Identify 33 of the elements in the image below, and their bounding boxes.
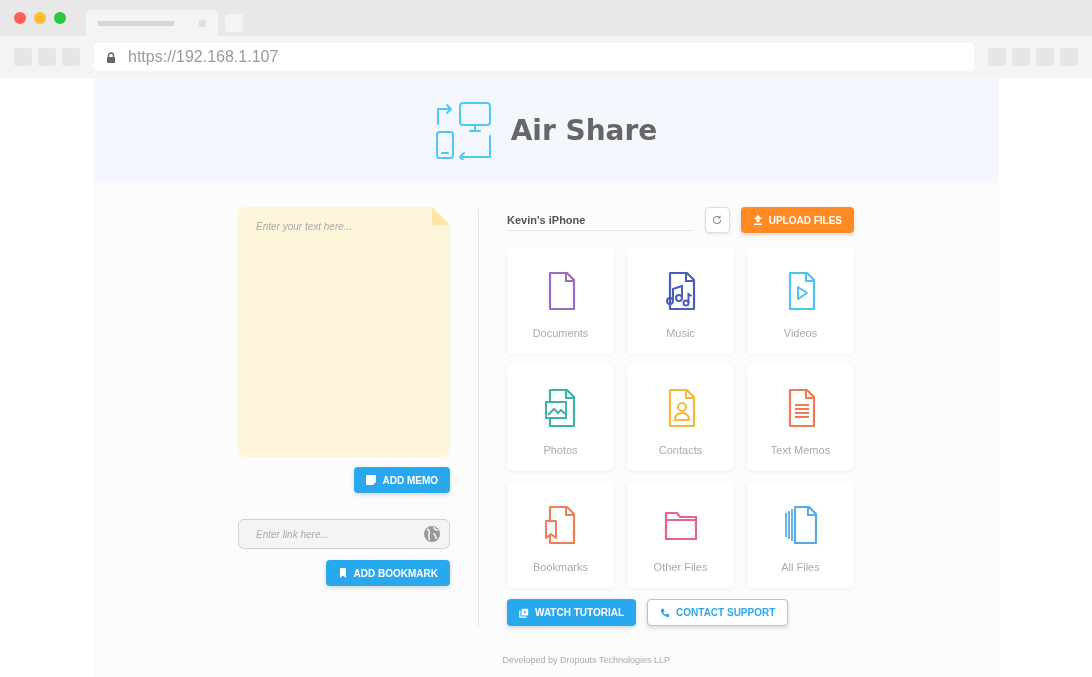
memo-text-area[interactable]: Enter your text here...	[238, 207, 450, 457]
action-button[interactable]: WATCH TUTORIAL	[507, 599, 637, 626]
globe-icon	[423, 525, 441, 543]
phone-icon	[660, 607, 671, 618]
refresh-icon	[712, 215, 723, 225]
maximize-window-button[interactable]	[54, 12, 66, 24]
category-tile[interactable]: Contacts	[627, 364, 734, 471]
close-window-button[interactable]	[14, 12, 26, 24]
category-tile[interactable]: Bookmarks	[507, 481, 614, 588]
upload-icon	[752, 215, 763, 225]
category-tile[interactable]: Other Files	[627, 481, 734, 588]
category-tile[interactable]: Text Memos	[747, 364, 854, 471]
link-input-field[interactable]: Enter link here...	[238, 519, 450, 549]
video-icon	[519, 607, 529, 618]
action-button[interactable]: CONTACT SUPPORT	[647, 599, 789, 626]
category-tile[interactable]: Documents	[507, 247, 614, 354]
note-icon	[366, 475, 377, 485]
device-name: Kevin's iPhone	[507, 209, 693, 231]
refresh-button[interactable]	[704, 207, 730, 233]
category-tile[interactable]: Videos	[747, 247, 854, 354]
app-title: Air Share	[510, 114, 658, 147]
minimize-window-button[interactable]	[34, 12, 46, 24]
browser-tab[interactable]	[86, 10, 218, 36]
footer-credit: Developed by Dropouts Technologies LLP	[502, 655, 670, 665]
category-tile[interactable]: Music	[627, 247, 734, 354]
bookmark-icon	[337, 568, 348, 578]
address-bar[interactable]: https://192.168.1.107	[94, 43, 974, 71]
add-memo-button[interactable]: ADD MEMO	[354, 467, 450, 493]
upload-files-button[interactable]: UPLOAD FILES	[740, 207, 854, 233]
add-bookmark-button[interactable]: ADD BOOKMARK	[325, 560, 450, 586]
category-tile[interactable]: All Files	[747, 481, 854, 588]
lock-icon	[106, 51, 116, 63]
category-tile[interactable]: Photos	[507, 364, 614, 471]
